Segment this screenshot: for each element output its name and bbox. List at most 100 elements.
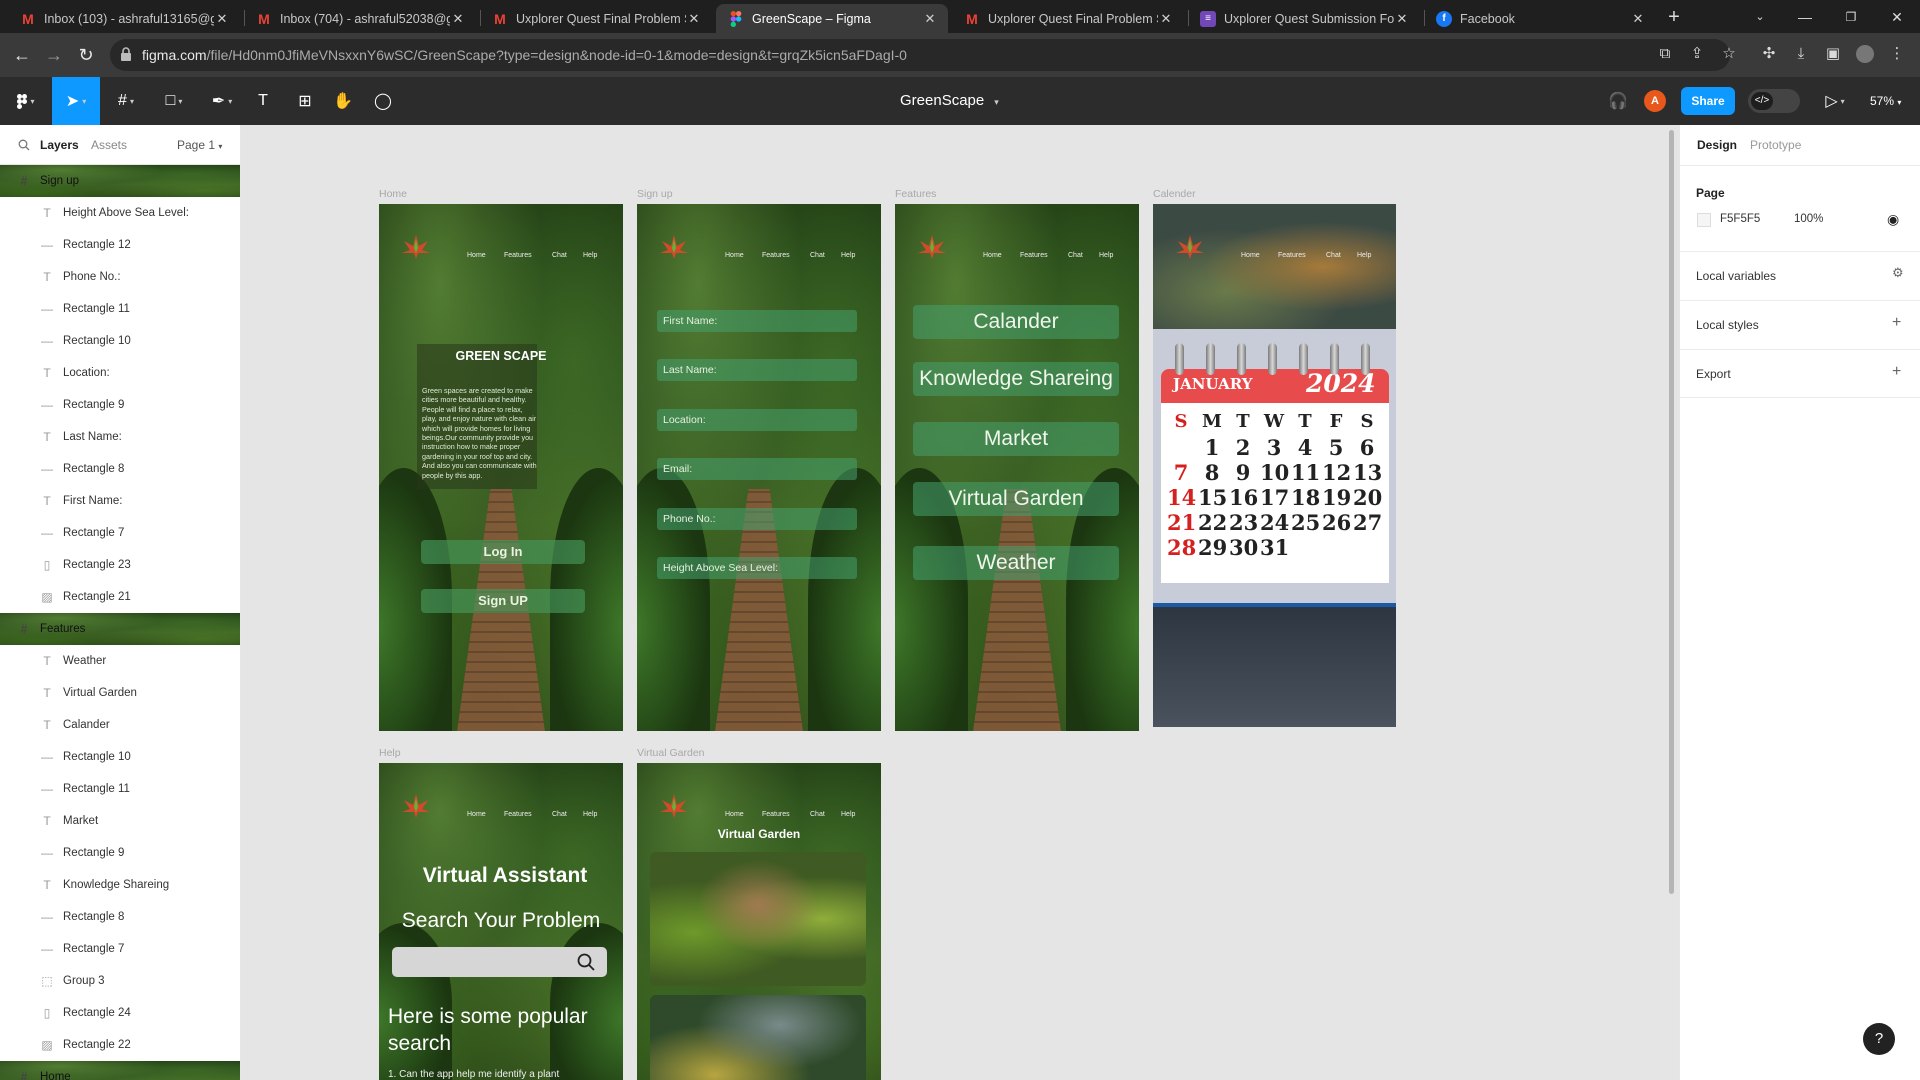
help-search-input[interactable]: [392, 947, 607, 977]
nav-features[interactable]: Features: [762, 252, 790, 259]
bookmark-star-icon[interactable]: ☆: [1718, 43, 1740, 65]
move-tool-icon[interactable]: ➤ ▾: [52, 77, 100, 125]
nav-home[interactable]: Home: [1241, 252, 1260, 259]
knowledge-shareing-button[interactable]: Knowledge Shareing: [913, 362, 1119, 396]
last-name-field[interactable]: Last Name:: [657, 359, 857, 381]
frame-label-home[interactable]: Home: [379, 188, 407, 200]
layer-frame-row[interactable]: # Features: [0, 613, 240, 645]
nav-home[interactable]: Home: [725, 811, 744, 818]
page-color-swatch[interactable]: [1697, 213, 1711, 227]
eye-icon[interactable]: ◉: [1887, 211, 1899, 228]
nav-chat[interactable]: Chat: [1326, 252, 1341, 259]
layer-row[interactable]: — Rectangle 8: [0, 901, 240, 933]
browser-menu-icon[interactable]: ⋮: [1886, 43, 1908, 65]
reload-icon[interactable]: ↻: [74, 43, 98, 67]
variables-settings-icon[interactable]: ⚙: [1892, 265, 1904, 281]
audio-headphones-icon[interactable]: 🎧: [1604, 77, 1632, 125]
profile-avatar-icon[interactable]: [1854, 43, 1876, 65]
page-color-hex[interactable]: F5F5F5: [1720, 213, 1760, 225]
present-play-icon[interactable]: ▷ ▾: [1818, 77, 1852, 125]
cast-icon[interactable]: ⧉: [1654, 43, 1676, 65]
first-name-field[interactable]: First Name:: [657, 310, 857, 332]
page-opacity[interactable]: 100%: [1794, 213, 1823, 225]
browser-tab[interactable]: M Inbox (103) - ashraful13165@g ✕: [8, 4, 240, 33]
canvas-scrollbar[interactable]: [1669, 130, 1674, 894]
nav-chat[interactable]: Chat: [552, 252, 567, 259]
frame-tool-icon[interactable]: # ▾: [104, 77, 148, 125]
layer-row[interactable]: ▨ Rectangle 21: [0, 581, 240, 613]
phone-field[interactable]: Phone No.:: [657, 508, 857, 530]
layer-row[interactable]: ▯ Rectangle 24: [0, 997, 240, 1029]
close-tab-icon[interactable]: ✕: [1158, 11, 1174, 27]
home-frame[interactable]: Home Features Chat Help GREEN SCAPE Gree…: [379, 204, 623, 731]
frame-label-features[interactable]: Features: [895, 188, 936, 200]
tab-search-icon[interactable]: ⌄: [1740, 4, 1780, 30]
browser-tab[interactable]: M Inbox (704) - ashraful52038@g ✕: [244, 4, 476, 33]
close-tab-icon[interactable]: ✕: [922, 11, 938, 27]
layer-row[interactable]: — Rectangle 10: [0, 741, 240, 773]
close-window-icon[interactable]: ✕: [1877, 4, 1917, 30]
features-frame[interactable]: Home Features Chat Help Calander Knowled…: [895, 204, 1139, 731]
layer-row[interactable]: T Phone No.:: [0, 261, 240, 293]
nav-chat[interactable]: Chat: [552, 811, 567, 818]
layer-row[interactable]: — Rectangle 7: [0, 933, 240, 965]
nav-home[interactable]: Home: [983, 252, 1002, 259]
close-tab-icon[interactable]: ✕: [686, 11, 702, 27]
add-style-icon[interactable]: +: [1892, 314, 1901, 332]
nav-help[interactable]: Help: [841, 252, 855, 259]
nav-home[interactable]: Home: [467, 811, 486, 818]
layer-row[interactable]: T Calander: [0, 709, 240, 741]
nav-chat[interactable]: Chat: [1068, 252, 1083, 259]
forward-icon[interactable]: →: [42, 43, 66, 67]
layer-row[interactable]: T Last Name:: [0, 421, 240, 453]
share-page-icon[interactable]: ⇪: [1686, 43, 1708, 65]
signup-frame[interactable]: Home Features Chat Help First Name: Last…: [637, 204, 881, 731]
layer-row[interactable]: T Knowledge Shareing: [0, 869, 240, 901]
nav-features[interactable]: Features: [1020, 252, 1048, 259]
browser-tab[interactable]: M Uxplorer Quest Final Problem S ✕: [952, 4, 1184, 33]
layer-row[interactable]: — Rectangle 9: [0, 389, 240, 421]
browser-tab[interactable]: f Facebook ✕: [1424, 4, 1656, 33]
layer-row[interactable]: T Virtual Garden: [0, 677, 240, 709]
layer-row[interactable]: T First Name:: [0, 485, 240, 517]
weather-button[interactable]: Weather: [913, 546, 1119, 580]
new-tab-icon[interactable]: +: [1654, 4, 1694, 30]
close-tab-icon[interactable]: ✕: [1630, 11, 1646, 27]
close-tab-icon[interactable]: ✕: [450, 11, 466, 27]
nav-chat[interactable]: Chat: [810, 811, 825, 818]
nav-features[interactable]: Features: [1278, 252, 1306, 259]
tab-design[interactable]: Design: [1697, 138, 1737, 152]
signup-button[interactable]: Sign UP: [421, 589, 585, 613]
layer-row[interactable]: — Rectangle 11: [0, 293, 240, 325]
add-export-icon[interactable]: +: [1892, 363, 1901, 381]
layer-row[interactable]: ⬚ Group 3: [0, 965, 240, 997]
layer-frame-row[interactable]: # Sign up: [0, 165, 240, 197]
virtual-garden-frame[interactable]: Home Features Chat Help Virtual Garden: [637, 763, 881, 1080]
calender-frame[interactable]: Home Features Chat Help JANUARY 2024 SMT…: [1153, 204, 1396, 727]
extensions-icon[interactable]: ✣: [1758, 43, 1780, 65]
market-button[interactable]: Market: [913, 422, 1119, 456]
popular-question-1[interactable]: 1. Can the app help me identify a plant: [388, 1069, 559, 1080]
browser-tab[interactable]: M Uxplorer Quest Final Problem S ✕: [480, 4, 712, 33]
dev-mode-toggle[interactable]: </>: [1748, 89, 1800, 113]
file-title[interactable]: GreenScape ▾: [900, 77, 999, 125]
height-field[interactable]: Height Above Sea Level:: [657, 557, 857, 579]
frame-label-help[interactable]: Help: [379, 747, 401, 759]
browser-tab-active[interactable]: GreenScape – Figma ✕: [716, 4, 948, 33]
layer-row[interactable]: — Rectangle 7: [0, 517, 240, 549]
layer-row[interactable]: — Rectangle 12: [0, 229, 240, 261]
nav-home[interactable]: Home: [725, 252, 744, 259]
help-question-icon[interactable]: ?: [1863, 1023, 1895, 1055]
layer-row[interactable]: T Height Above Sea Level:: [0, 197, 240, 229]
resources-tool-icon[interactable]: ⊞: [290, 77, 320, 125]
back-icon[interactable]: ←: [10, 43, 34, 67]
location-field[interactable]: Location:: [657, 409, 857, 431]
minimize-icon[interactable]: —: [1785, 4, 1825, 30]
nav-home[interactable]: Home: [467, 252, 486, 259]
design-canvas[interactable]: Home Sign up Features Calender Help Virt…: [241, 125, 1679, 1080]
browser-tab[interactable]: ≡ Uxplorer Quest Submission For ✕: [1188, 4, 1420, 33]
layer-row[interactable]: T Weather: [0, 645, 240, 677]
frame-label-signup[interactable]: Sign up: [637, 188, 673, 200]
side-panel-icon[interactable]: ▣: [1822, 43, 1844, 65]
layer-row[interactable]: — Rectangle 8: [0, 453, 240, 485]
